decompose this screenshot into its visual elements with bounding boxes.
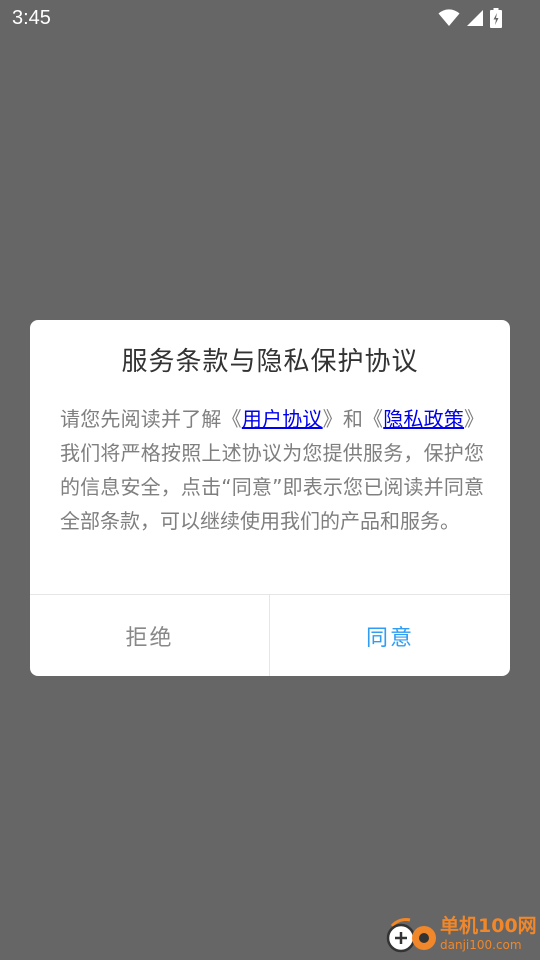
status-bar: 3:45 bbox=[0, 0, 540, 36]
watermark-url: danji100.com bbox=[440, 938, 522, 952]
status-icons bbox=[438, 7, 502, 29]
privacy-dialog: 服务条款与隐私保护协议 请您先阅读并了解《用户协议》和《隐私政策》我们将严格按照… bbox=[30, 320, 510, 676]
watermark: 单机100网 danji100.com bbox=[382, 912, 540, 960]
watermark-logo-icon bbox=[384, 916, 438, 960]
privacy-policy-link[interactable]: 隐私政策 bbox=[383, 407, 464, 431]
body-text-intro: 请您先阅读并了解《 bbox=[60, 407, 242, 431]
user-agreement-link[interactable]: 用户协议 bbox=[242, 407, 323, 431]
agree-button[interactable]: 同意 bbox=[270, 595, 510, 676]
battery-charging-icon bbox=[490, 8, 502, 28]
watermark-brand: 单机100网 bbox=[440, 915, 537, 937]
cellular-signal-icon bbox=[466, 9, 484, 27]
status-time: 3:45 bbox=[12, 7, 51, 29]
body-text-connector: 》和《 bbox=[322, 407, 384, 431]
wifi-icon bbox=[438, 9, 460, 27]
reject-button[interactable]: 拒绝 bbox=[30, 595, 269, 676]
dialog-title: 服务条款与隐私保护协议 bbox=[121, 347, 419, 377]
dialog-body: 请您先阅读并了解《用户协议》和《隐私政策》我们将严格按照上述协议为您提供服务，保… bbox=[60, 402, 484, 538]
